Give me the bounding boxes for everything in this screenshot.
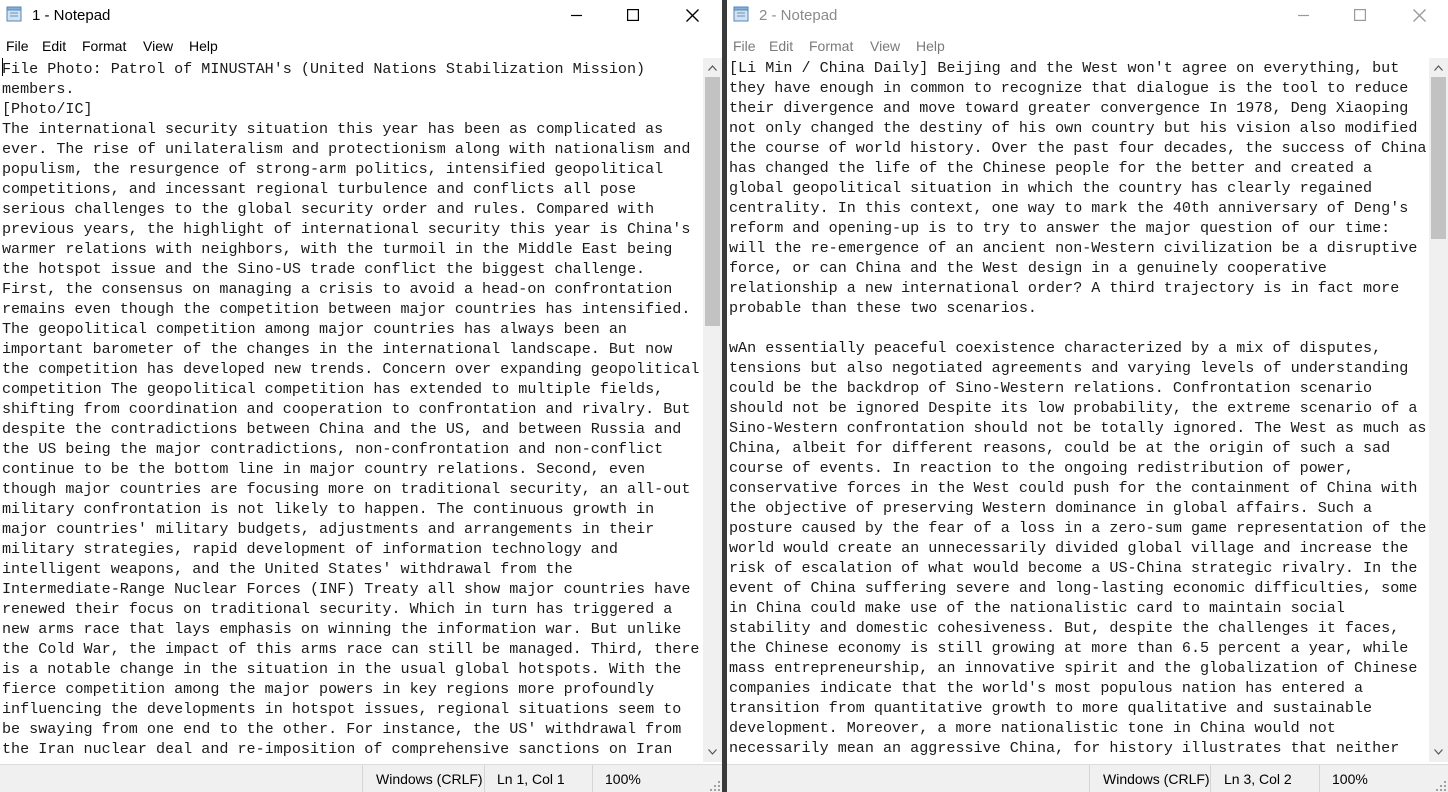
vertical-scrollbar[interactable] [1429, 58, 1448, 762]
menu-edit[interactable]: Edit [769, 38, 793, 54]
menu-file[interactable]: File [733, 38, 756, 54]
status-separator [1089, 765, 1090, 792]
menu-edit[interactable]: Edit [42, 38, 66, 54]
menu-view[interactable]: View [870, 38, 900, 54]
notepad-window-1: 1 - Notepad File Edit Format View Help F… [0, 0, 722, 792]
status-bar: Windows (CRLF) Ln 3, Col 2 100% [727, 764, 1448, 792]
minimize-icon [1297, 14, 1309, 16]
maximize-button[interactable] [1337, 0, 1383, 30]
menu-help[interactable]: Help [916, 38, 945, 54]
status-separator [484, 765, 485, 792]
scroll-down-button[interactable] [1429, 744, 1448, 760]
chevron-up-icon [708, 65, 717, 71]
notepad-window-2: 2 - Notepad File Edit Format View Help [… [727, 0, 1448, 792]
document-text: [Li Min / China Daily] Beijing and the W… [729, 59, 1427, 757]
minimize-button[interactable] [1280, 0, 1326, 30]
status-position: Ln 3, Col 2 [1224, 771, 1292, 787]
status-zoom: 100% [605, 771, 641, 787]
window-title: 2 - Notepad [759, 7, 838, 24]
close-button[interactable] [1396, 0, 1442, 30]
resize-grip-icon[interactable] [1436, 781, 1446, 791]
close-icon [685, 8, 699, 22]
status-zoom: 100% [1332, 771, 1368, 787]
menu-file[interactable]: File [6, 38, 29, 54]
status-separator [1210, 765, 1211, 792]
status-encoding: Windows (CRLF) [1103, 771, 1210, 787]
menu-format[interactable]: Format [809, 38, 853, 54]
status-position: Ln 1, Col 1 [497, 771, 565, 787]
status-encoding: Windows (CRLF) [376, 771, 483, 787]
text-editor[interactable]: File Photo: Patrol of MINUSTAH's (United… [2, 58, 702, 762]
close-button[interactable] [669, 0, 715, 30]
menu-bar: File Edit Format View Help [727, 34, 1448, 56]
chevron-down-icon [1434, 749, 1443, 755]
scroll-thumb[interactable] [1431, 77, 1446, 239]
vertical-scrollbar[interactable] [703, 58, 722, 762]
scroll-up-button[interactable] [1429, 60, 1448, 76]
status-bar: Windows (CRLF) Ln 1, Col 1 100% [0, 764, 722, 792]
menu-format[interactable]: Format [82, 38, 126, 54]
maximize-icon [1354, 9, 1366, 21]
menu-help[interactable]: Help [189, 38, 218, 54]
document-text: File Photo: Patrol of MINUSTAH's (United… [2, 60, 700, 758]
chevron-up-icon [1434, 65, 1443, 71]
minimize-icon [570, 14, 582, 16]
title-bar[interactable]: 2 - Notepad [727, 0, 1448, 30]
text-editor[interactable]: [Li Min / China Daily] Beijing and the W… [729, 58, 1431, 762]
resize-grip-icon[interactable] [710, 781, 720, 791]
scroll-down-button[interactable] [703, 744, 722, 760]
status-separator [592, 765, 593, 792]
window-title: 1 - Notepad [32, 7, 111, 24]
menu-bar: File Edit Format View Help [0, 34, 722, 56]
chevron-down-icon [708, 749, 717, 755]
minimize-button[interactable] [553, 0, 599, 30]
title-bar[interactable]: 1 - Notepad [0, 0, 722, 30]
maximize-icon [627, 9, 639, 21]
status-separator [1319, 765, 1320, 792]
maximize-button[interactable] [610, 0, 656, 30]
menu-view[interactable]: View [143, 38, 173, 54]
status-separator [362, 765, 363, 792]
scroll-up-button[interactable] [703, 60, 722, 76]
notepad-icon [733, 6, 749, 22]
notepad-icon [6, 6, 22, 22]
close-icon [1412, 8, 1426, 22]
scroll-thumb[interactable] [705, 77, 720, 326]
